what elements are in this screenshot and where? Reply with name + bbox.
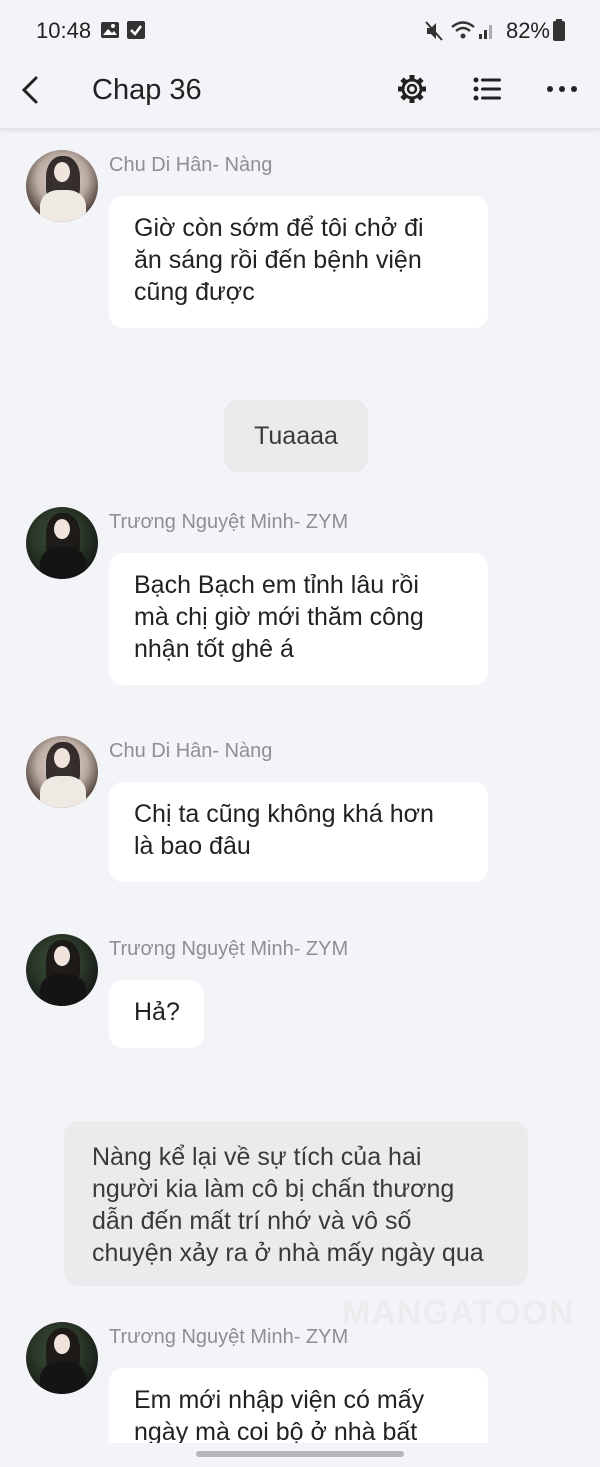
message-line: Bạch Bạch em tỉnh lâu rồi bbox=[134, 571, 419, 599]
watermark: MANGATOON bbox=[342, 1294, 575, 1332]
wifi-icon bbox=[451, 21, 475, 39]
narration-line: Nàng kể lại về sự tích của hai bbox=[92, 1143, 422, 1171]
avatar[interactable] bbox=[26, 150, 98, 222]
avatar[interactable] bbox=[26, 1322, 98, 1394]
avatar[interactable] bbox=[26, 507, 98, 579]
message-bubble: Chị ta cũng không khá hơn là bao đâu bbox=[109, 782, 488, 882]
message-line: Chị ta cũng không khá hơn bbox=[134, 800, 434, 828]
back-button[interactable] bbox=[14, 72, 54, 112]
avatar[interactable] bbox=[26, 934, 98, 1006]
avatar[interactable] bbox=[26, 736, 98, 808]
speaker-name: Trương Nguyệt Minh- ZYM bbox=[109, 938, 349, 960]
mute-icon bbox=[425, 21, 443, 41]
message-line: ăn sáng rồi đến bệnh viện bbox=[134, 246, 422, 274]
settings-button[interactable] bbox=[393, 70, 433, 110]
page-title: Chap 36 bbox=[92, 74, 202, 106]
message-bubble: Bạch Bạch em tỉnh lâu rồi mà chị giờ mới… bbox=[109, 553, 488, 685]
narration-line: chuyện xảy ra ở nhà mấy ngày qua bbox=[92, 1239, 484, 1267]
message-bubble: Em mới nhập viện có mấy ngày mà coi bộ ở… bbox=[109, 1368, 488, 1443]
message-line: Em mới nhập viện có mấy bbox=[134, 1386, 425, 1414]
gear-icon bbox=[398, 75, 426, 103]
signal-icon bbox=[479, 25, 492, 39]
message-bubble: Giờ còn sớm để tôi chở đi ăn sáng rồi đế… bbox=[109, 196, 488, 328]
speaker-name: Trương Nguyệt Minh- ZYM bbox=[109, 511, 349, 533]
message-bubble: Hả? bbox=[109, 980, 204, 1048]
message-line: nhận tốt ghê á bbox=[134, 635, 294, 663]
app-bar: Chap 36 bbox=[0, 62, 600, 129]
narration-line: người kia làm cô bị chấn thương bbox=[92, 1175, 455, 1203]
home-indicator[interactable] bbox=[196, 1451, 404, 1457]
chapter-list-button[interactable] bbox=[468, 70, 508, 110]
speaker-name: Trương Nguyệt Minh- ZYM bbox=[109, 1326, 349, 1348]
message-line: mà chị giờ mới thăm công bbox=[134, 603, 424, 631]
narration-text: Tuaaaa bbox=[254, 422, 338, 450]
status-bar: 10:48 82% bbox=[0, 0, 600, 62]
battery-icon bbox=[553, 19, 565, 41]
narration-bubble: Tuaaaa bbox=[224, 400, 368, 472]
speaker-name: Chu Di Hân- Nàng bbox=[109, 740, 273, 762]
checkbox-icon bbox=[127, 21, 145, 39]
more-options-button[interactable] bbox=[542, 70, 582, 110]
list-icon bbox=[473, 77, 501, 101]
image-icon bbox=[101, 22, 119, 38]
message-line: ngày mà coi bộ ở nhà bất bbox=[134, 1418, 418, 1443]
status-time: 10:48 bbox=[36, 18, 92, 43]
more-dots-icon bbox=[547, 86, 577, 92]
message-line: Giờ còn sớm để tôi chở đi bbox=[134, 214, 424, 242]
message-line: cũng được bbox=[134, 278, 255, 306]
message-line: là bao đâu bbox=[134, 832, 251, 860]
speaker-name: Chu Di Hân- Nàng bbox=[109, 154, 273, 176]
narration-line: dẫn đến mất trí nhớ và vô số bbox=[92, 1207, 412, 1235]
narration-bubble: Nàng kể lại về sự tích của hai người kia… bbox=[64, 1121, 528, 1286]
back-arrow-icon bbox=[21, 76, 38, 104]
battery-percentage: 82% bbox=[505, 18, 550, 43]
message-line: Hả? bbox=[134, 998, 180, 1026]
